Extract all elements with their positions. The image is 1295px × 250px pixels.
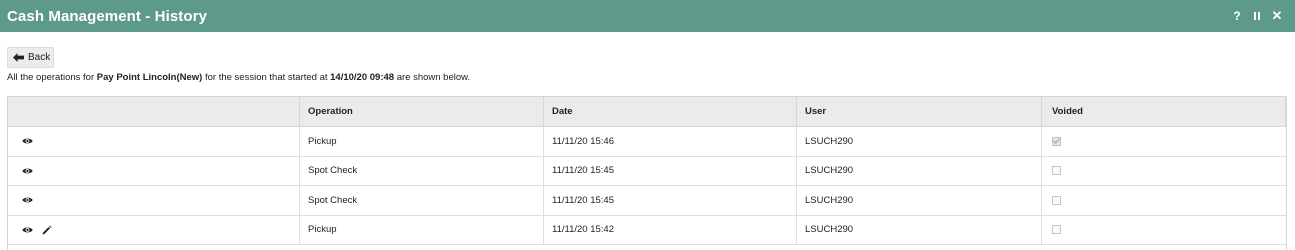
operation-cell: Pickup — [300, 215, 544, 244]
back-button[interactable]: Back — [7, 47, 54, 68]
user-cell: LSUCH290 — [797, 127, 1042, 156]
row-actions — [8, 215, 300, 244]
pencil-icon[interactable] — [40, 223, 54, 237]
session-info-text: All the operations for Pay Point Lincoln… — [7, 72, 471, 83]
window-titlebar: Cash Management - History ? ✕ — [0, 0, 1295, 32]
date-cell: 11/11/20 15:45 — [544, 156, 797, 185]
operation-cell: Spot Check — [300, 186, 544, 215]
date-cell: 11/11/20 15:45 — [544, 186, 797, 215]
date-cell: 11/11/20 15:46 — [544, 127, 797, 156]
table-row[interactable]: Pickup 11/11/20 15:46 LSUCH290 — [8, 127, 1286, 157]
column-header-voided[interactable]: Voided — [1042, 97, 1286, 126]
voided-cell — [1042, 157, 1286, 186]
voided-checkbox — [1052, 195, 1061, 205]
voided-checkbox — [1052, 225, 1061, 235]
eye-icon[interactable] — [20, 134, 34, 148]
window-title: Cash Management - History — [7, 7, 208, 25]
table-row[interactable]: Spot Check 11/11/20 15:45 LSUCH290 — [8, 186, 1286, 216]
help-icon[interactable]: ? — [1227, 6, 1247, 26]
table-header-row: Operation Date User Voided — [8, 97, 1286, 127]
user-cell: LSUCH290 — [797, 156, 1042, 185]
eye-icon[interactable] — [20, 164, 34, 178]
table-row[interactable]: Pickup 11/11/20 15:42 LSUCH290 — [8, 215, 1286, 245]
operation-cell: Pickup — [300, 127, 544, 156]
eye-icon[interactable] — [20, 223, 34, 237]
row-actions — [8, 127, 300, 156]
window-controls: ? ✕ — [1227, 0, 1287, 32]
arrow-left-icon — [13, 53, 24, 62]
voided-checkbox — [1052, 166, 1061, 176]
column-header-operation[interactable]: Operation — [300, 97, 544, 126]
row-actions — [8, 156, 300, 185]
voided-checkbox — [1052, 136, 1061, 146]
pay-point-name: Pay Point Lincoln(New) — [96, 72, 203, 83]
operation-cell: Spot Check — [300, 156, 544, 185]
session-start-time: 14/10/20 09:48 — [330, 72, 395, 83]
pause-icon[interactable] — [1247, 6, 1267, 26]
history-table: Operation Date User Voided Pickup 11/11/2… — [7, 96, 1287, 250]
user-cell: LSUCH290 — [797, 215, 1042, 244]
back-button-label: Back — [28, 52, 51, 63]
date-cell: 11/11/20 15:42 — [544, 215, 797, 244]
table-row[interactable]: Spot Check 11/11/20 15:45 LSUCH290 — [8, 156, 1286, 186]
voided-cell — [1042, 127, 1286, 156]
column-header-user[interactable]: User — [797, 97, 1042, 126]
column-header-actions — [8, 97, 300, 126]
row-actions — [8, 186, 300, 215]
voided-cell — [1042, 186, 1286, 215]
eye-icon[interactable] — [20, 193, 34, 207]
close-icon[interactable]: ✕ — [1267, 6, 1287, 26]
user-cell: LSUCH290 — [797, 186, 1042, 215]
voided-cell — [1042, 216, 1286, 245]
column-header-date[interactable]: Date — [544, 97, 797, 126]
